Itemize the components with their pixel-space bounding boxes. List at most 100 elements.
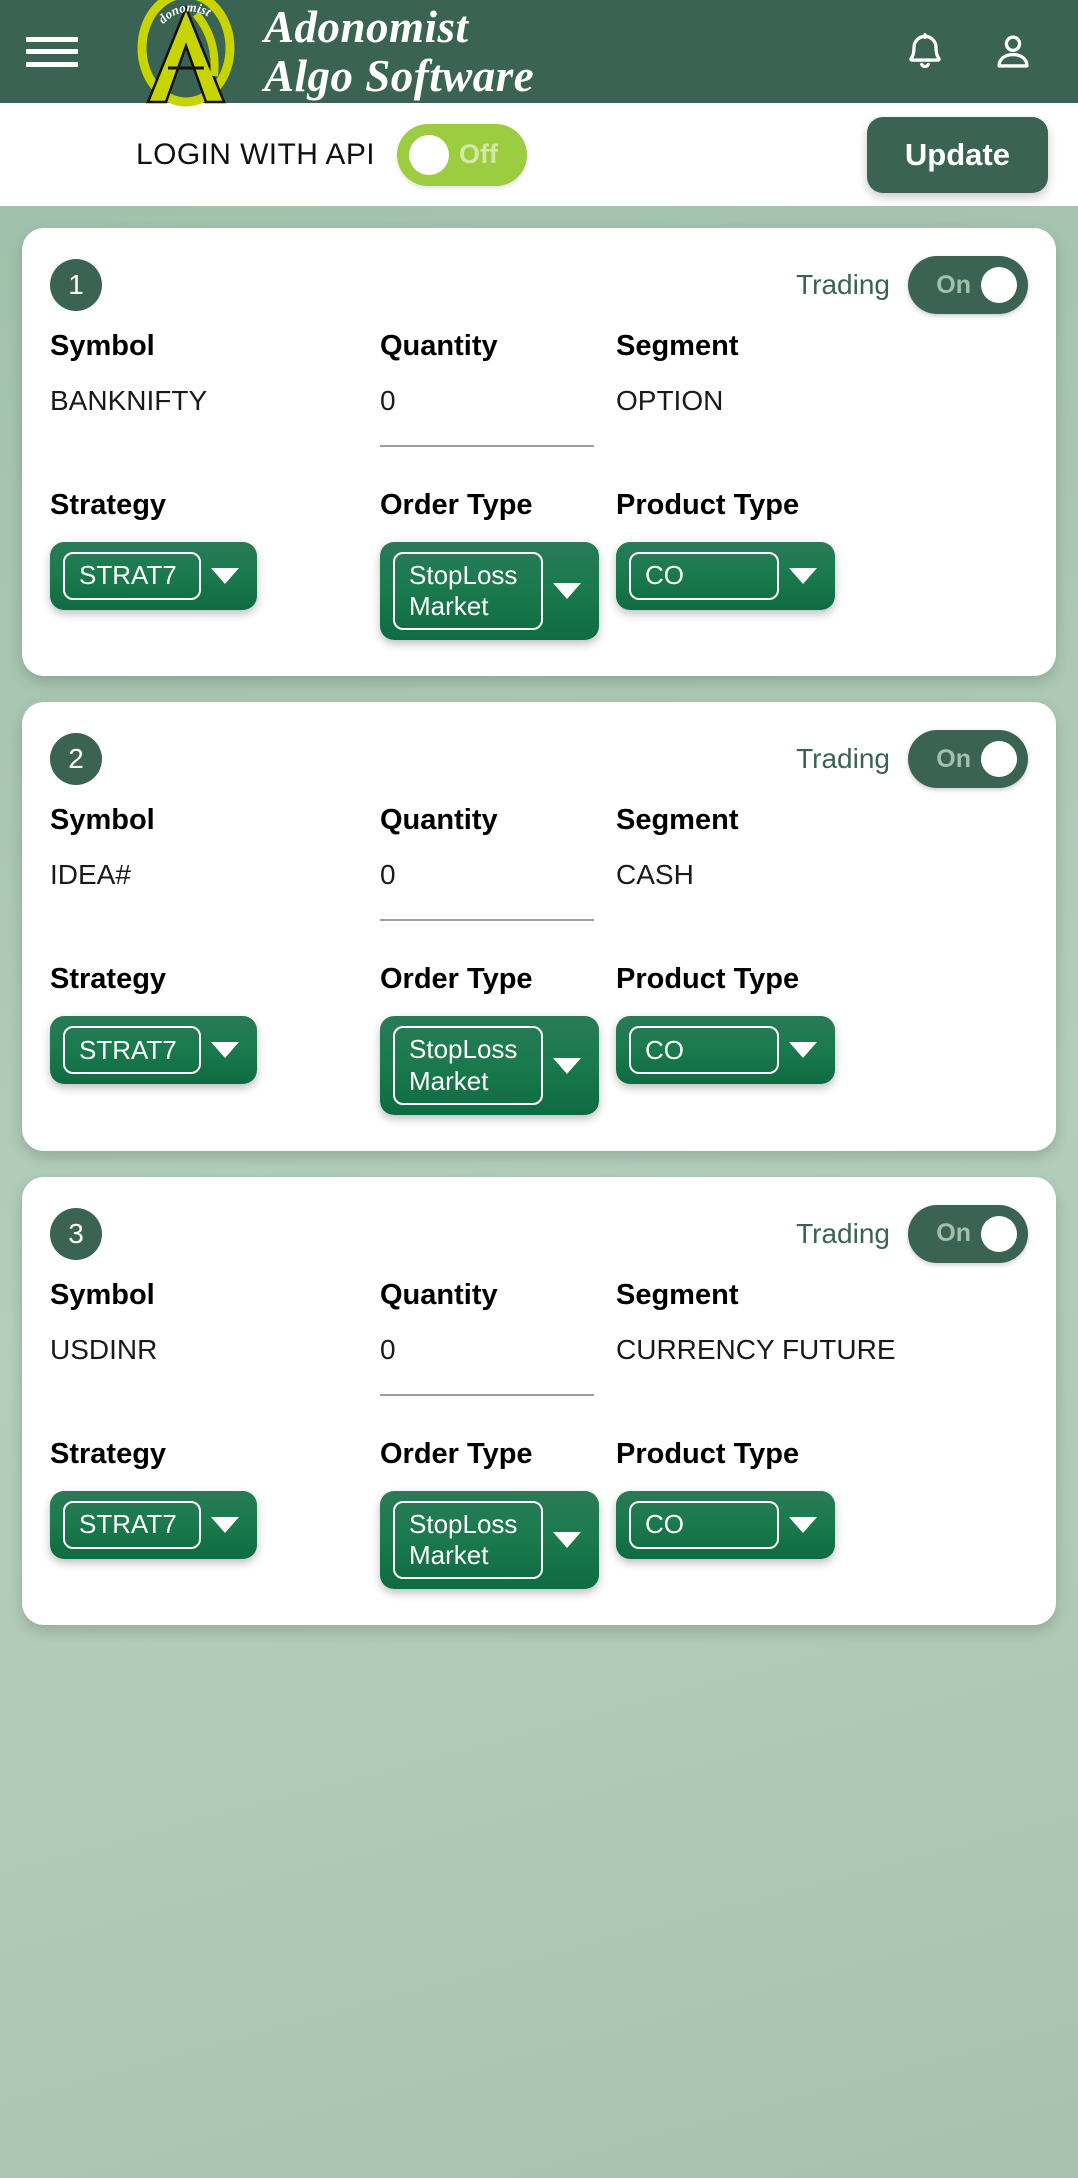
segment-value: CURRENCY FUTURE bbox=[616, 1333, 896, 1365]
product-type-select-cell: CO bbox=[616, 996, 1028, 1114]
brand-line-1: Adonomist bbox=[264, 1, 469, 52]
strategy-select-cell: STRAT7 bbox=[50, 996, 380, 1114]
product-type-select-cell: CO bbox=[616, 1471, 1028, 1589]
order-type-select-cell: StopLoss Market bbox=[380, 522, 616, 641]
card-header: 1 Trading On bbox=[50, 252, 1028, 318]
card-field-row-1: Symbol Quantity Segment BANKNIFTY 0 OPTI… bbox=[50, 318, 1028, 447]
chevron-down-icon bbox=[553, 583, 581, 600]
product-type-label: Product Type bbox=[616, 489, 800, 521]
strategy-select[interactable]: STRAT7 bbox=[50, 1490, 257, 1559]
strategy-card: 2 Trading On Symbol Quantity Segment IDE… bbox=[22, 702, 1056, 1151]
app-bar-actions bbox=[900, 27, 1038, 77]
app-bar: donomist Adonomist Algo Software bbox=[0, 0, 1078, 106]
order-type-label: Order Type bbox=[380, 1437, 533, 1470]
strategy-card: 1 Trading On Symbol Quantity Segment BAN… bbox=[22, 228, 1056, 677]
card-number-badge: 3 bbox=[50, 1207, 102, 1260]
row-spacer bbox=[50, 1396, 1028, 1426]
product-type-select[interactable]: CO bbox=[616, 1016, 835, 1085]
strategy-select[interactable]: STRAT7 bbox=[50, 1016, 257, 1085]
chevron-down-icon bbox=[211, 1042, 239, 1059]
trading-toggle[interactable]: On bbox=[908, 256, 1028, 314]
trading-toggle[interactable]: On bbox=[908, 730, 1028, 789]
brand-title: Adonomist Algo Software bbox=[264, 3, 534, 100]
toggle-knob bbox=[408, 134, 449, 175]
quantity-label: Quantity bbox=[380, 804, 498, 837]
strategy-value: STRAT7 bbox=[63, 552, 201, 600]
trading-toggle-group: Trading On bbox=[796, 1204, 1028, 1263]
toggle-state-label: Off bbox=[458, 139, 498, 169]
trading-label: Trading bbox=[796, 743, 890, 775]
quantity-input[interactable]: 0 bbox=[380, 363, 594, 447]
order-type-select[interactable]: StopLoss Market bbox=[380, 1016, 599, 1115]
order-type-value: StopLoss Market bbox=[393, 552, 543, 631]
symbol-value: IDEA# bbox=[50, 859, 131, 891]
toggle-knob bbox=[981, 1215, 1017, 1252]
order-type-value: StopLoss Market bbox=[393, 1026, 543, 1105]
card-field-row-2: Strategy Order Type Product Type STRAT7 … bbox=[50, 1426, 1028, 1590]
chevron-down-icon bbox=[211, 1516, 239, 1533]
card-field-row-1: Symbol Quantity Segment USDINR 0 CURRENC… bbox=[50, 1267, 1028, 1396]
quantity-label: Quantity bbox=[380, 1278, 498, 1311]
toggle-knob bbox=[981, 741, 1017, 778]
trading-label: Trading bbox=[796, 269, 890, 300]
strategy-select-cell: STRAT7 bbox=[50, 1471, 380, 1589]
strategy-card: 3 Trading On Symbol Quantity Segment USD… bbox=[22, 1176, 1056, 1626]
row-spacer bbox=[50, 921, 1028, 951]
trading-toggle[interactable]: On bbox=[908, 1204, 1028, 1263]
product-type-select-cell: CO bbox=[616, 522, 1028, 640]
strategy-select-cell: STRAT7 bbox=[50, 522, 380, 640]
bell-icon[interactable] bbox=[900, 27, 950, 77]
order-type-select-cell: StopLoss Market bbox=[380, 996, 616, 1115]
card-field-row-2: Strategy Order Type Product Type STRAT7 … bbox=[50, 477, 1028, 641]
product-type-value: CO bbox=[629, 1026, 779, 1075]
quantity-input[interactable]: 0 bbox=[380, 1312, 594, 1396]
order-type-label: Order Type bbox=[380, 489, 533, 521]
api-login-bar: LOGIN WITH API Off Update bbox=[0, 103, 1078, 206]
brand-line-2: Algo Software bbox=[264, 50, 535, 101]
card-field-row-1: Symbol Quantity Segment IDEA# 0 CASH bbox=[50, 792, 1028, 922]
order-type-label: Order Type bbox=[380, 963, 533, 996]
trading-state-label: On bbox=[936, 744, 971, 773]
api-login-group: LOGIN WITH API Off bbox=[136, 123, 527, 186]
product-type-value: CO bbox=[629, 552, 779, 600]
login-with-api-label: LOGIN WITH API bbox=[136, 137, 375, 171]
chevron-down-icon bbox=[789, 568, 817, 584]
product-type-label: Product Type bbox=[616, 1437, 800, 1470]
symbol-label: Symbol bbox=[50, 804, 155, 837]
chevron-down-icon bbox=[553, 1531, 581, 1548]
order-type-select[interactable]: StopLoss Market bbox=[380, 542, 599, 641]
trading-toggle-group: Trading On bbox=[796, 256, 1028, 314]
strategy-value: STRAT7 bbox=[63, 1026, 201, 1075]
chevron-down-icon bbox=[789, 1042, 817, 1059]
hamburger-menu-icon[interactable] bbox=[26, 31, 78, 73]
chevron-down-icon bbox=[553, 1057, 581, 1074]
strategy-label: Strategy bbox=[50, 489, 167, 521]
product-type-select[interactable]: CO bbox=[616, 1490, 835, 1559]
login-with-api-toggle[interactable]: Off bbox=[396, 123, 527, 186]
quantity-input[interactable]: 0 bbox=[380, 837, 594, 922]
person-icon[interactable] bbox=[988, 27, 1038, 77]
card-header: 3 Trading On bbox=[50, 1201, 1028, 1267]
card-number-badge: 1 bbox=[50, 259, 102, 311]
order-type-select-cell: StopLoss Market bbox=[380, 1471, 616, 1590]
order-type-value: StopLoss Market bbox=[393, 1500, 543, 1580]
segment-label: Segment bbox=[616, 804, 739, 837]
update-button[interactable]: Update bbox=[866, 116, 1048, 193]
order-type-select[interactable]: StopLoss Market bbox=[380, 1490, 599, 1590]
strategy-select[interactable]: STRAT7 bbox=[50, 542, 257, 610]
product-type-select[interactable]: CO bbox=[616, 542, 835, 610]
segment-label: Segment bbox=[616, 330, 739, 362]
brand: donomist Adonomist Algo Software bbox=[122, 0, 900, 118]
row-spacer bbox=[50, 447, 1028, 477]
trading-label: Trading bbox=[796, 1217, 890, 1249]
symbol-label: Symbol bbox=[50, 330, 155, 362]
strategy-card-list: 1 Trading On Symbol Quantity Segment BAN… bbox=[0, 206, 1078, 1626]
strategy-label: Strategy bbox=[50, 963, 167, 996]
segment-label: Segment bbox=[616, 1278, 739, 1311]
hamburger-bar bbox=[26, 36, 78, 42]
product-type-value: CO bbox=[629, 1500, 779, 1549]
segment-value: CASH bbox=[616, 859, 694, 891]
chevron-down-icon bbox=[789, 1516, 817, 1533]
trading-state-label: On bbox=[936, 270, 971, 299]
symbol-value: USDINR bbox=[50, 1333, 158, 1365]
